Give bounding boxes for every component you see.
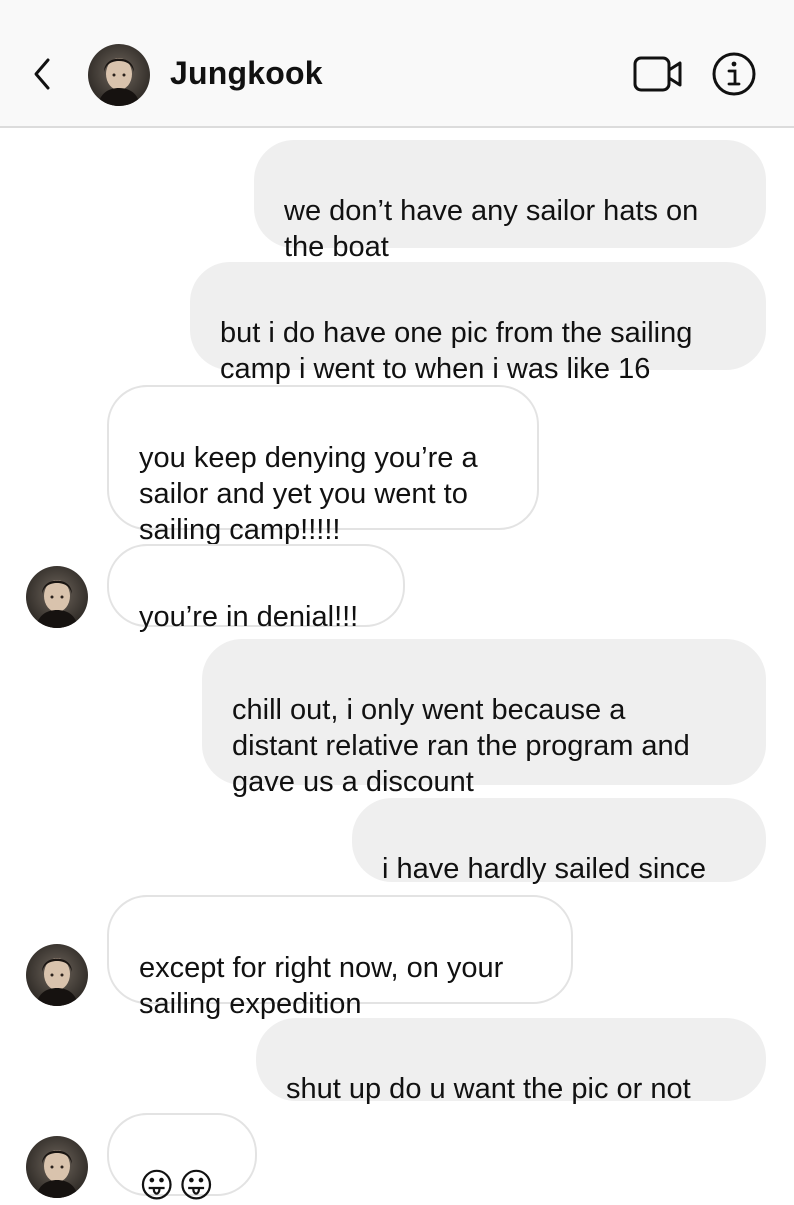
contact-avatar[interactable]: [88, 44, 150, 106]
message-text: you keep denying you’re a sailor and yet…: [139, 442, 478, 546]
message-bubble-received[interactable]: you’re in denial!!!: [107, 544, 405, 633]
message-text: except for right now, on your sailing ex…: [139, 952, 504, 1020]
message-bubble-received[interactable]: you keep denying you’re a sailor and yet…: [107, 385, 539, 546]
message-text: you’re in denial!!!: [139, 601, 359, 633]
message-text: chill out, i only went because a distant…: [232, 694, 690, 798]
message-text: but i do have one pic from the sailing c…: [220, 317, 693, 385]
video-call-button[interactable]: [632, 54, 684, 94]
chevron-left-icon: [34, 58, 50, 90]
message-text: we don’t have any sailor hats on the boa…: [284, 195, 699, 263]
back-button[interactable]: [26, 50, 58, 98]
info-icon: [712, 52, 756, 96]
message-text: shut up do u want the pic or not: [286, 1073, 691, 1105]
emoji-message-text: 😛😛: [139, 1167, 218, 1205]
message-bubble-received[interactable]: except for right now, on your sailing ex…: [107, 895, 573, 1020]
chat-header: Jungkook: [0, 0, 794, 128]
message-bubble-sent[interactable]: chill out, i only went because a distant…: [202, 639, 766, 798]
message-text: i have hardly sailed since: [382, 853, 707, 885]
message-bubble-sent[interactable]: but i do have one pic from the sailing c…: [190, 262, 766, 385]
conversation-info-button[interactable]: [710, 50, 758, 98]
message-bubble-sent[interactable]: i have hardly sailed since: [352, 798, 766, 885]
contact-name[interactable]: Jungkook: [170, 55, 323, 92]
message-bubble-received[interactable]: 😛😛: [107, 1113, 257, 1204]
sender-avatar[interactable]: [26, 1136, 88, 1198]
message-bubble-sent[interactable]: we don’t have any sailor hats on the boa…: [254, 140, 766, 263]
sender-avatar[interactable]: [26, 566, 88, 628]
video-camera-icon: [633, 56, 682, 92]
sender-avatar[interactable]: [26, 944, 88, 1006]
message-bubble-sent[interactable]: shut up do u want the pic or not: [256, 1018, 766, 1105]
